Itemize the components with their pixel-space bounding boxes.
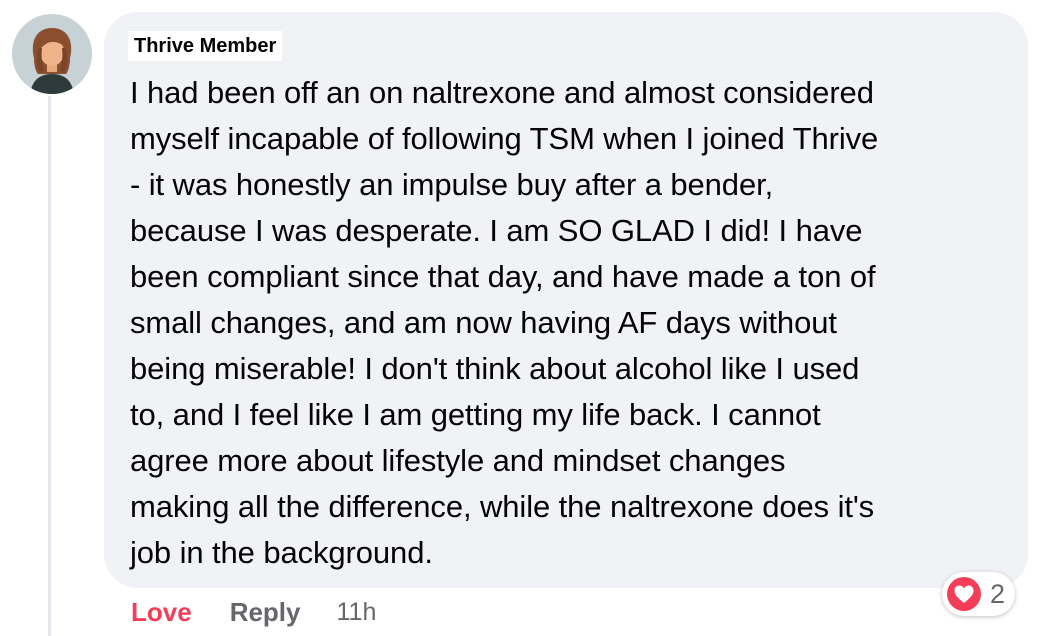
comment-author[interactable]: Thrive Member	[128, 31, 283, 61]
avatar-icon	[12, 14, 92, 94]
comment-text: I had been off an on naltrexone and almo…	[130, 70, 1015, 576]
avatar[interactable]	[12, 14, 92, 94]
comment-text-line: to, and I feel like I am getting my life…	[130, 397, 821, 432]
reaction-summary[interactable]: 2	[942, 572, 1016, 616]
comment-text-line: small changes, and am now having AF days…	[130, 305, 837, 340]
comment-timestamp[interactable]: 11h	[337, 594, 377, 630]
comment-text-line: agree more about lifestyle and mindset c…	[130, 443, 786, 478]
comment-text-line: been compliant since that day, and have …	[130, 259, 876, 294]
comment-text-line: making all the difference, while the nal…	[130, 489, 875, 524]
comment-text-line: because I was desperate. I am SO GLAD I …	[130, 213, 863, 248]
comment-text-line: myself incapable of following TSM when I…	[130, 121, 879, 156]
comment-actions: Love Reply 11h	[131, 594, 376, 630]
thread-line	[48, 96, 51, 636]
reply-button[interactable]: Reply	[230, 594, 301, 630]
love-button[interactable]: Love	[131, 594, 192, 630]
heart-icon	[946, 576, 982, 612]
comment-text-line: being miserable! I don't think about alc…	[130, 351, 860, 386]
reaction-count: 2	[990, 578, 1006, 609]
comment-text-line: - it was honestly an impulse buy after a…	[130, 167, 774, 202]
comment-text-line: job in the background.	[130, 535, 433, 570]
comment-text-line: I had been off an on naltrexone and almo…	[130, 75, 874, 110]
